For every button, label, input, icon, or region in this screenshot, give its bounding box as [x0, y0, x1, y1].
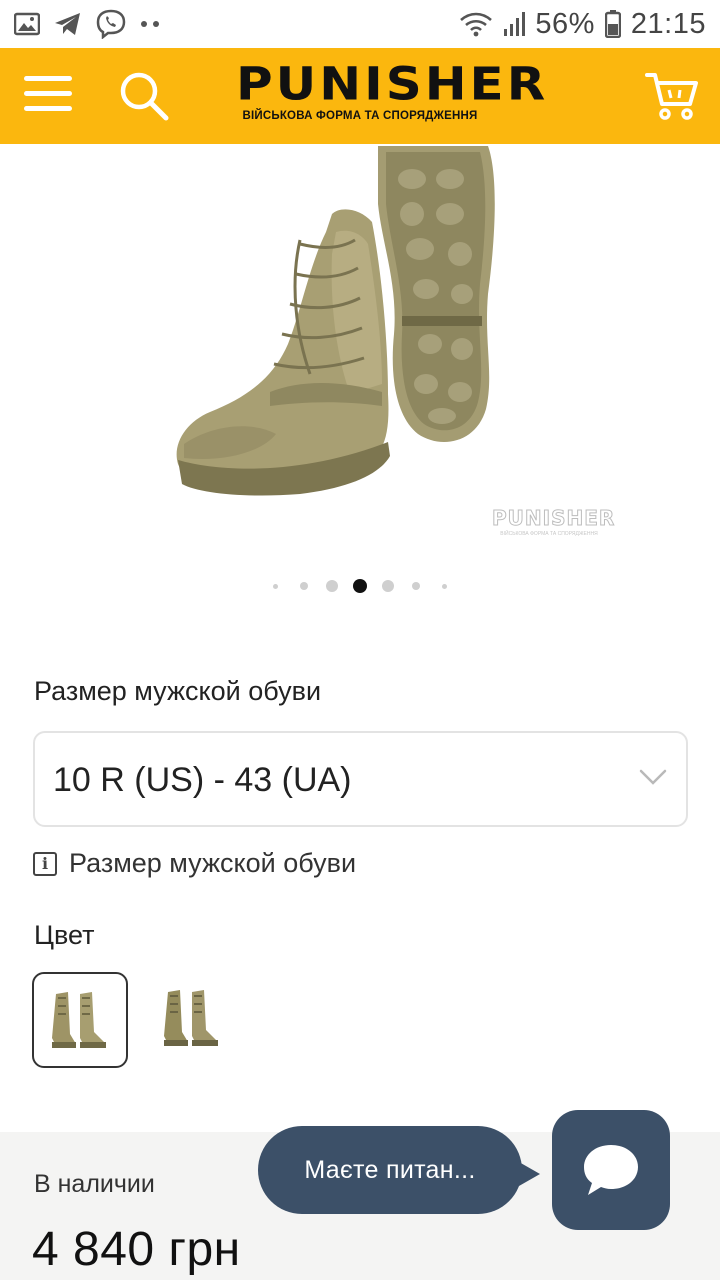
chat-icon: [584, 1145, 638, 1195]
status-bar: 56% 21:15: [0, 0, 720, 48]
clock: 21:15: [630, 7, 706, 40]
info-icon: i: [33, 851, 57, 876]
boots-image: [176, 146, 495, 496]
battery-percent: 56%: [535, 7, 595, 40]
carousel-dot[interactable]: [412, 582, 420, 590]
size-guide-link[interactable]: i Размер мужской обуви: [33, 848, 356, 879]
cart-icon: [645, 73, 698, 120]
search-icon: [120, 72, 169, 121]
carousel-dot[interactable]: [442, 584, 447, 589]
product-price: 4 840 грн: [32, 1223, 241, 1276]
battery-icon: [604, 10, 621, 38]
image-watermark: PUNISHER ВІЙСЬКОВА ФОРМА ТА СПОРЯДЖЕННЯ: [492, 506, 616, 546]
color-swatch-coyote[interactable]: [32, 972, 128, 1068]
logo-subtitle: ВІЙСЬКОВА ФОРМА ТА СПОРЯДЖЕННЯ: [242, 110, 478, 122]
chevron-down-icon: [639, 769, 667, 785]
viber-icon: [96, 9, 126, 39]
telegram-icon: [54, 12, 82, 36]
stock-status: В наличии: [34, 1170, 155, 1198]
size-select[interactable]: 10 R (US) - 43 (UA): [33, 731, 688, 827]
chat-prompt-text: Маєте питан...: [304, 1155, 476, 1184]
carousel-dot[interactable]: [326, 580, 338, 592]
watermark-text: PUNISHER: [492, 506, 616, 531]
color-label: Цвет: [34, 920, 95, 950]
logo-name: PUNISHER: [236, 57, 549, 111]
size-guide-text: Размер мужской обуви: [69, 848, 357, 878]
chat-prompt-bubble[interactable]: Маєте питан...: [258, 1126, 522, 1214]
product-page: 56% 21:15 PUNISHER ВІЙСЬКОВА ФОРМА ТА СП…: [0, 0, 720, 1280]
gallery-icon: [14, 12, 40, 36]
menu-button[interactable]: [24, 74, 72, 114]
search-button[interactable]: [118, 70, 170, 122]
chat-bubble-tail: [512, 1158, 540, 1190]
signal-icon: [503, 11, 526, 37]
color-swatch-olive[interactable]: [146, 972, 242, 1068]
site-logo[interactable]: PUNISHER ВІЙСЬКОВА ФОРМА ТА СПОРЯДЖЕННЯ: [236, 56, 549, 136]
wifi-icon: [459, 11, 493, 37]
site-header: PUNISHER ВІЙСЬКОВА ФОРМА ТА СПОРЯДЖЕННЯ: [0, 48, 720, 144]
system-indicators: 56% 21:15: [459, 8, 706, 41]
cart-button[interactable]: [644, 70, 700, 122]
boots-thumbnail-icon: [52, 992, 106, 1048]
size-selected-value: 10 R (US) - 43 (UA): [53, 761, 352, 799]
carousel-dot[interactable]: [300, 582, 308, 590]
boots-thumbnail-icon: [164, 990, 218, 1046]
more-dots-icon: [140, 20, 160, 28]
carousel-dot[interactable]: [382, 580, 394, 592]
carousel-dot-active[interactable]: [353, 579, 367, 593]
size-label: Размер мужской обуви: [34, 676, 322, 706]
watermark-subtitle: ВІЙСЬКОВА ФОРМА ТА СПОРЯДЖЕННЯ: [500, 531, 598, 537]
notification-icons: [14, 9, 160, 39]
carousel-dots: [0, 576, 720, 596]
carousel-dot[interactable]: [273, 584, 278, 589]
chat-button[interactable]: [552, 1110, 670, 1230]
product-image[interactable]: [150, 144, 610, 554]
